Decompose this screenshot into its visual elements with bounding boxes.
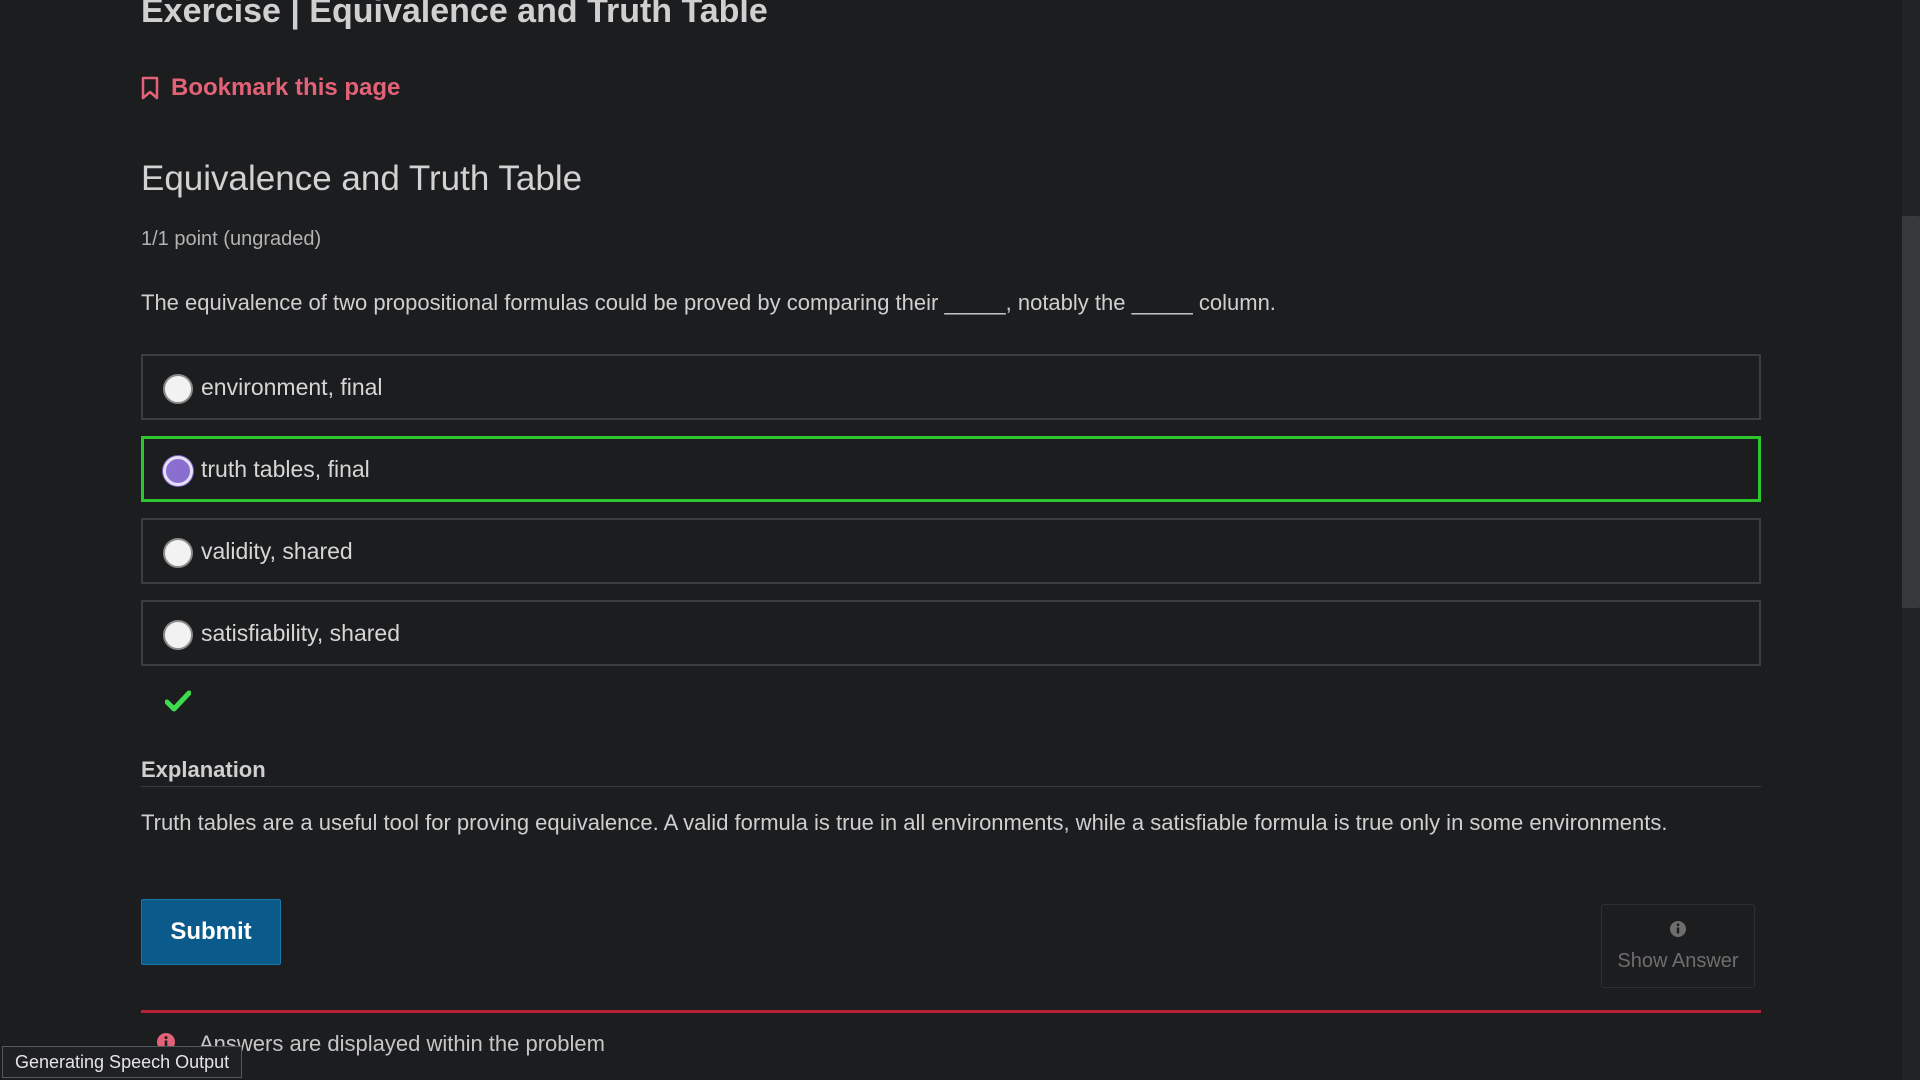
notice-divider	[141, 1010, 1761, 1013]
answer-option[interactable]: environment, final	[141, 354, 1761, 420]
problem-title: Equivalence and Truth Table	[141, 159, 583, 198]
status-tooltip: Generating Speech Output	[2, 1046, 243, 1078]
radio-button[interactable]	[163, 538, 193, 568]
radio-button[interactable]	[163, 620, 193, 650]
explanation-text: Truth tables are a useful tool for provi…	[141, 810, 1668, 835]
bookmark-icon	[141, 76, 159, 100]
radio-button-checked[interactable]	[163, 456, 193, 486]
submit-button[interactable]: Submit	[141, 899, 281, 965]
points-label: 1/1 point (ungraded)	[141, 228, 322, 250]
option-label: truth tables, final	[201, 455, 370, 482]
info-icon	[1669, 920, 1687, 944]
radio-button[interactable]	[163, 374, 193, 404]
answer-option[interactable]: satisfiability, shared	[141, 600, 1761, 666]
answer-option-selected[interactable]: truth tables, final	[141, 436, 1761, 502]
question-text: The equivalence of two propositional for…	[141, 290, 1276, 315]
show-answer-label: Show Answer	[1617, 949, 1739, 972]
option-label: environment, final	[201, 373, 383, 400]
scrollbar-thumb[interactable]	[1902, 216, 1920, 608]
unit-title: Exercise | Equivalence and Truth Table	[141, 0, 768, 30]
notice-text: Answers are displayed within the problem	[199, 1031, 605, 1056]
check-icon	[164, 690, 192, 717]
bookmark-button[interactable]: Bookmark this page	[141, 74, 400, 102]
divider	[141, 786, 1761, 787]
answer-option[interactable]: validity, shared	[141, 518, 1761, 584]
bookmark-label: Bookmark this page	[171, 74, 401, 101]
explanation-heading: Explanation	[141, 757, 266, 782]
option-label: satisfiability, shared	[201, 619, 400, 646]
page: Exercise | Equivalence and Truth Table B…	[0, 0, 1920, 1080]
option-label: validity, shared	[201, 537, 353, 564]
show-answer-button[interactable]: Show Answer	[1601, 904, 1755, 988]
